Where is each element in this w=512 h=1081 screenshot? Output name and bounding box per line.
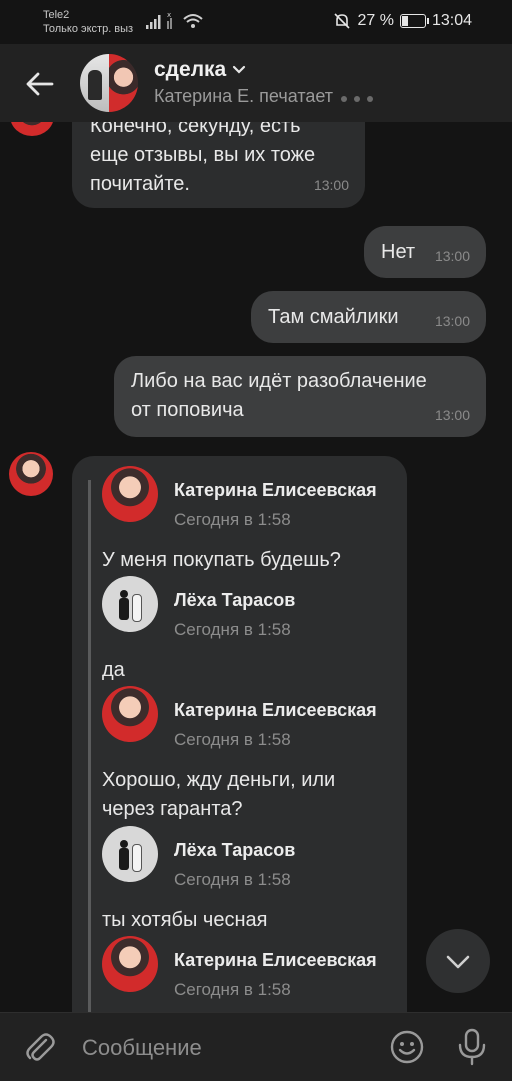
- chevron-down-icon: [233, 65, 246, 74]
- message-text: Конечно, секунду, есть еще отзывы, вы их…: [90, 115, 316, 195]
- avatar[interactable]: [9, 452, 53, 496]
- microphone-icon: [458, 1028, 486, 1066]
- chat-title[interactable]: сделка: [154, 58, 246, 82]
- status-right: 27 % 13:04: [333, 12, 472, 30]
- forward-quote-line: [88, 480, 91, 1076]
- typing-status: Катерина Е. печатает: [154, 86, 380, 107]
- message-time: 13:00: [434, 407, 470, 423]
- message-text: У меня покупать будешь?: [102, 549, 341, 571]
- forwarded-messages-bubble[interactable]: Катерина Елисеевская Сегодня в 1:58 У ме…: [72, 456, 407, 1076]
- svg-text:x: x: [167, 11, 171, 19]
- avatar[interactable]: [102, 466, 158, 522]
- message-time: 13:00: [434, 313, 470, 329]
- message-time: 13:00: [434, 248, 470, 264]
- message-bubble-outgoing[interactable]: Там смайлики 13:00: [251, 291, 486, 343]
- mute-bell-icon: [334, 13, 351, 29]
- signal-icon: x: [146, 11, 203, 29]
- message-text: ты хотябы чесная: [102, 909, 268, 931]
- sender-name[interactable]: Катерина Елисеевская: [174, 700, 377, 721]
- message-text: Нет: [381, 241, 416, 263]
- chat-header: сделка Катерина Е. печатает: [0, 44, 512, 122]
- emoji-button[interactable]: [389, 1029, 425, 1070]
- typing-status-text: Катерина Е. печатает: [154, 86, 334, 106]
- avatar[interactable]: [102, 936, 158, 992]
- chat-title-text: сделка: [154, 58, 227, 81]
- message-bubble-outgoing[interactable]: Либо на вас идёт разоблачение от попович…: [114, 356, 486, 437]
- message-text: Либо на вас идёт разоблачение от попович…: [131, 370, 427, 421]
- message-date: Сегодня в 1:58: [174, 730, 291, 749]
- chevron-down-icon: [446, 955, 470, 969]
- avatar[interactable]: [102, 826, 158, 882]
- carrier-info: Tele2 Только экстр. выз: [43, 8, 133, 36]
- message-date: Сегодня в 1:58: [174, 510, 291, 529]
- message-time: 13:00: [313, 177, 349, 193]
- sender-name[interactable]: Катерина Елисеевская: [174, 480, 377, 501]
- avatar[interactable]: [102, 576, 158, 632]
- message-date: Сегодня в 1:58: [174, 870, 291, 889]
- message-composer: Сообщение: [0, 1012, 512, 1081]
- carrier-name: Tele2: [43, 9, 70, 21]
- signal-icons: x: [146, 11, 204, 36]
- status-bar: Tele2 Только экстр. выз x 27 % 13:04: [0, 0, 512, 44]
- carrier-status: Только экстр. выз: [43, 23, 134, 35]
- sender-name[interactable]: Лёха Тарасов: [174, 840, 295, 861]
- message-date: Сегодня в 1:58: [174, 980, 291, 999]
- battery-percent: 27 %: [357, 12, 394, 29]
- attach-button[interactable]: [24, 1031, 56, 1070]
- avatar[interactable]: [102, 686, 158, 742]
- smiley-icon: [390, 1030, 424, 1064]
- battery-icon: [399, 14, 429, 28]
- chat-avatar[interactable]: [80, 54, 138, 112]
- sender-name[interactable]: Катерина Елисеевская: [174, 950, 377, 971]
- clock: 13:04: [431, 12, 472, 29]
- sender-name[interactable]: Лёха Тарасов: [174, 590, 295, 611]
- paperclip-icon: [26, 1033, 55, 1061]
- message-input[interactable]: Сообщение: [82, 1035, 202, 1061]
- message-text: да: [102, 659, 125, 681]
- message-bubble-outgoing[interactable]: Нет 13:00: [364, 226, 486, 278]
- voice-message-button[interactable]: [456, 1028, 488, 1071]
- back-button[interactable]: [22, 66, 58, 102]
- message-text: Хорошо, жду деньги, или через гаранта?: [102, 769, 336, 820]
- message-date: Сегодня в 1:58: [174, 620, 291, 639]
- arrow-left-icon: [26, 72, 54, 96]
- scroll-down-button[interactable]: [426, 929, 490, 993]
- message-text: Там смайлики: [268, 306, 399, 328]
- typing-dots-icon: [341, 86, 380, 107]
